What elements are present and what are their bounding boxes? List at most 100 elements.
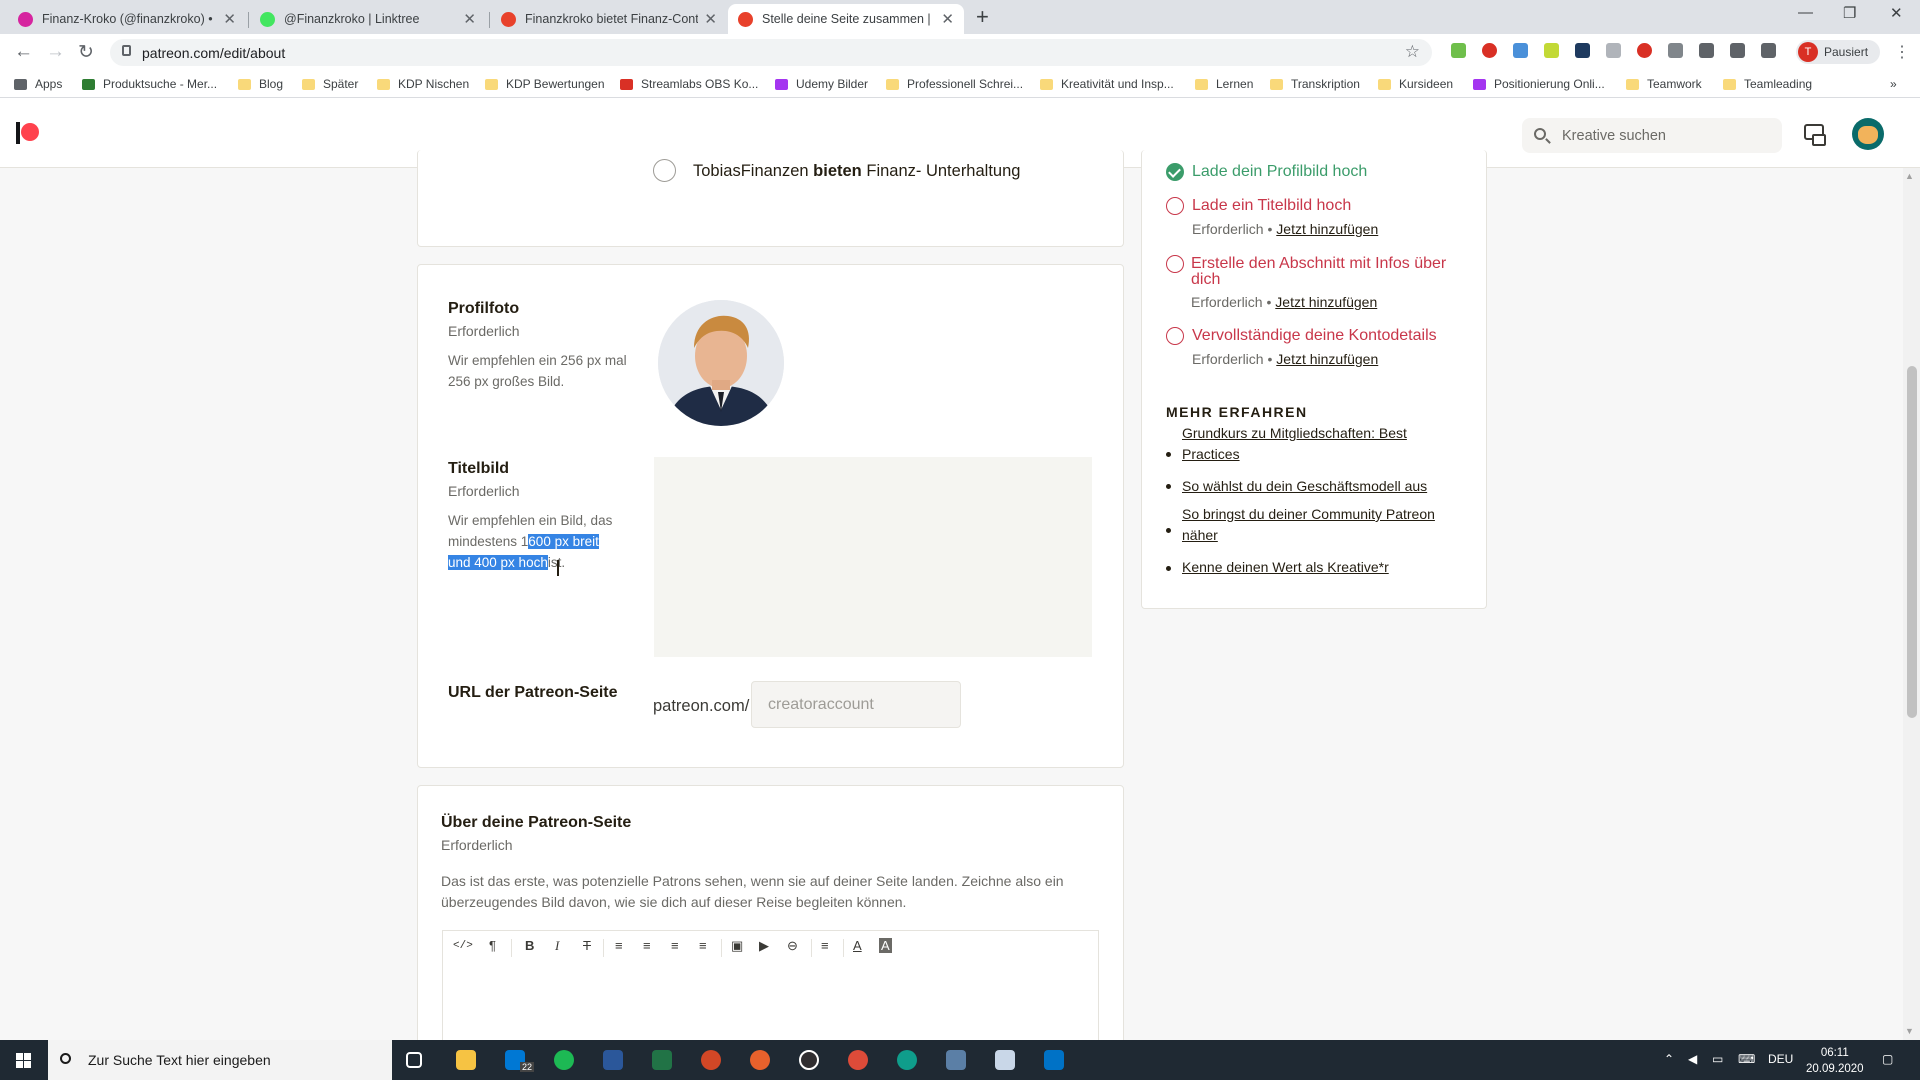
learn-link-know-your-worth[interactable]: Kenne deinen Wert als Kreative*r [1182,557,1389,578]
app-icon[interactable] [946,1050,966,1070]
reload-icon[interactable]: ↻ [78,41,94,64]
extension-icon[interactable] [1606,43,1621,58]
patreon-logo-icon[interactable] [16,122,20,144]
add-cover-image-link[interactable]: Jetzt hinzufügen [1276,221,1378,237]
forward-arrow-icon[interactable]: → [46,41,65,63]
tab-linktree[interactable]: @Finanzkroko | Linktree ✕ [250,4,486,34]
profile-photo-upload[interactable] [658,300,784,426]
add-about-link[interactable]: Jetzt hinzufügen [1275,294,1377,310]
extension-icon[interactable] [1482,43,1497,58]
bookmark-item[interactable]: Transkription [1270,77,1360,91]
html-source-icon[interactable]: </> [453,940,473,952]
learn-link-business-model[interactable]: So wählst du dein Geschäftsmodell aus [1182,476,1427,497]
chrome-icon[interactable] [848,1050,868,1070]
insert-link-icon[interactable]: ⊖ [787,938,798,954]
bookmark-item[interactable]: Kreativität und Insp... [1040,77,1174,91]
bookmark-item[interactable]: Blog [238,77,283,91]
file-explorer-icon[interactable] [456,1050,476,1070]
powerpoint-icon[interactable] [701,1050,721,1070]
offer-radio[interactable] [653,159,676,182]
edge-icon[interactable] [897,1050,917,1070]
extension-icon[interactable] [1513,43,1528,58]
add-account-details-link[interactable]: Jetzt hinzufügen [1276,351,1378,367]
bookmark-item[interactable]: Positionierung Onli... [1473,77,1605,91]
bookmark-item[interactable]: Kursideen [1378,77,1453,91]
strikethrough-icon[interactable]: T [583,938,591,953]
bold-icon[interactable]: B [525,938,534,953]
bookmark-star-icon[interactable]: ☆ [1405,42,1420,62]
outlook-icon[interactable] [1044,1050,1064,1070]
taskbar-search-input[interactable]: Zur Suche Text hier eingeben [48,1040,392,1080]
language-indicator[interactable]: DEU [1768,1052,1793,1066]
browser-profile-button[interactable]: T Pausiert [1796,40,1880,64]
bullet-list-icon[interactable]: ≡ [615,938,623,953]
volume-icon[interactable]: ◀ [1688,1052,1697,1066]
bookmark-item[interactable]: Professionell Schrei... [886,77,1023,91]
browser-menu-icon[interactable]: ⋮ [1894,42,1910,62]
learn-link-community[interactable]: So bringst du deiner Community Patreon n… [1182,504,1435,546]
page-url-input[interactable] [751,681,961,728]
close-icon[interactable]: ✕ [941,10,954,28]
background-color-icon[interactable]: A [879,938,892,953]
insert-video-icon[interactable]: ▶ [759,938,769,954]
obs-icon[interactable] [799,1050,819,1070]
extension-icon[interactable] [1730,43,1745,58]
patreon-logo-icon[interactable] [21,123,39,141]
bookmark-item[interactable]: Produktsuche - Mer... [82,77,217,91]
numbered-list-icon[interactable]: ≡ [643,938,651,953]
spotify-icon[interactable] [554,1050,574,1070]
app-icon[interactable] [995,1050,1015,1070]
extension-icon[interactable] [1668,43,1683,58]
avatar[interactable] [1852,118,1884,150]
close-icon[interactable]: ✕ [223,10,236,28]
extension-icon[interactable] [1637,43,1652,58]
new-tab-button[interactable]: + [976,4,989,30]
bookmark-item[interactable]: Udemy Bilder [775,77,868,91]
cover-image-upload[interactable] [654,457,1092,657]
messages-icon[interactable] [1804,124,1826,146]
back-arrow-icon[interactable]: ← [14,41,33,63]
tab-patreon-offer[interactable]: Finanzkroko bietet Finanz-Conte ✕ [491,4,727,34]
notifications-icon[interactable]: ▢ [1882,1052,1893,1066]
taskbar-clock[interactable]: 06:11 20.09.2020 [1806,1045,1864,1077]
word-icon[interactable] [603,1050,623,1070]
scrollbar-thumb[interactable] [1907,366,1917,718]
bookmark-apps[interactable]: Apps [14,77,62,91]
learn-link-membership-basics[interactable]: Grundkurs zu Mitgliedschaften: Best Prac… [1182,423,1407,465]
about-editor-textarea[interactable] [442,963,1099,1043]
restore-icon[interactable]: ❐ [1843,4,1856,22]
tab-instagram[interactable]: Finanz-Kroko (@finanzkroko) • In ✕ [8,4,246,34]
tab-patreon-edit[interactable]: Stelle deine Seite zusammen | Pa ✕ [728,4,964,34]
bookmark-item[interactable]: Teamleading [1723,77,1812,91]
close-icon[interactable]: ✕ [704,10,717,28]
extension-icon[interactable] [1544,43,1559,58]
creator-search-input[interactable]: Kreative suchen [1522,118,1782,153]
bookmark-item[interactable]: Teamwork [1626,77,1702,91]
align-icon[interactable]: ≡ [821,938,829,953]
scroll-down-icon[interactable]: ▼ [1905,1026,1914,1036]
window-close-icon[interactable]: ✕ [1890,4,1903,22]
tray-chevron-icon[interactable]: ⌃ [1664,1052,1674,1066]
bookmark-item[interactable]: KDP Bewertungen [485,77,605,91]
bookmark-item[interactable]: Lernen [1195,77,1253,91]
extension-icon[interactable] [1699,43,1714,58]
url-bar[interactable]: patreon.com/edit/about ☆ [110,39,1432,66]
scroll-up-icon[interactable]: ▲ [1905,171,1914,181]
insert-image-icon[interactable]: ▣ [731,938,743,954]
extension-icon[interactable] [1451,43,1466,58]
italic-icon[interactable]: I [555,938,559,954]
extension-icon[interactable] [1575,43,1590,58]
keyboard-icon[interactable]: ⌨ [1738,1052,1755,1066]
close-icon[interactable]: ✕ [463,10,476,28]
format-paragraph-icon[interactable]: ¶ [489,938,496,953]
task-view-icon[interactable] [406,1052,422,1068]
text-color-icon[interactable]: A [853,938,862,953]
outdent-icon[interactable]: ≡ [671,938,679,953]
minimize-icon[interactable]: — [1798,4,1813,21]
puzzle-icon[interactable] [1761,43,1776,58]
bookmark-item[interactable]: KDP Nischen [377,77,469,91]
network-icon[interactable]: ▭ [1712,1052,1723,1066]
bookmark-item[interactable]: Streamlabs OBS Ko... [620,77,758,91]
bookmark-item[interactable]: Später [302,77,358,91]
app-icon[interactable] [750,1050,770,1070]
